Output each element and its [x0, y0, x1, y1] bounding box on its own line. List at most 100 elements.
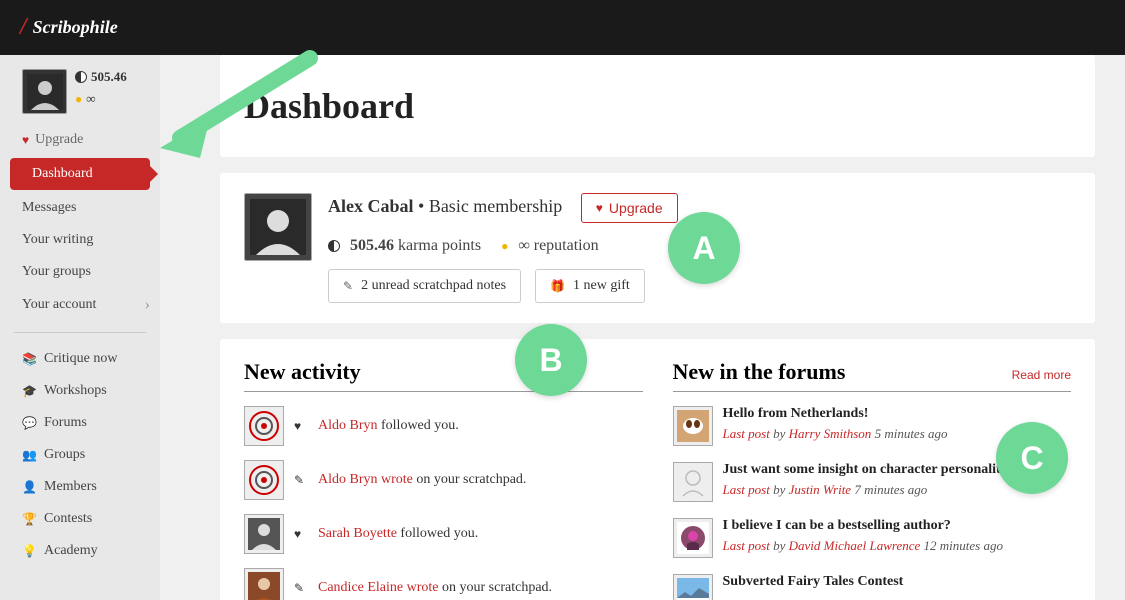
nav-your-account[interactable]: Your account › [0, 288, 160, 322]
activity-actor-link[interactable]: Aldo Bryn [318, 418, 378, 433]
scratchpad-notice-label: 2 unread scratchpad notes [361, 278, 506, 294]
karma-value: 505.46 [350, 237, 394, 255]
by-label: by [773, 426, 785, 441]
forum-avatar [673, 462, 713, 502]
user-info: Alex Cabal • Basic membership ♥Upgrade 5… [328, 193, 1071, 303]
heart-icon: ♥ [596, 201, 603, 215]
karma-line: 505.46 karma points ● ∞ reputation [328, 237, 1071, 255]
chevron-right-icon: › [145, 296, 150, 314]
forum-list: Hello from Netherlands! Last post by Harr… [673, 406, 1072, 600]
nav-your-writing-label: Your writing [22, 232, 93, 248]
scratchpad-notice[interactable]: ✎ 2 unread scratchpad notes [328, 269, 521, 303]
nav-members-label: Members [44, 479, 97, 495]
nav-groups[interactable]: 👥Groups [0, 439, 160, 471]
karma-icon [75, 71, 87, 83]
trophy-icon: 🏆 [22, 512, 36, 527]
reputation-icon: ● [501, 239, 508, 254]
nav-messages[interactable]: Messages [0, 192, 160, 224]
nav-academy[interactable]: 💡Academy [0, 535, 160, 567]
profile-stats: 505.46 ●∞ [75, 69, 127, 113]
forum-author-link[interactable]: Justin Write [789, 482, 851, 497]
nav-your-writing[interactable]: Your writing [0, 224, 160, 256]
user-avatar-small[interactable] [22, 69, 67, 114]
activity-avatar [244, 460, 284, 500]
user-avatar-large[interactable] [244, 193, 312, 261]
activity-rest: on your scratchpad. [413, 472, 527, 487]
person-icon: 👤 [22, 480, 36, 495]
note-icon: ✎ [343, 279, 353, 294]
by-label: by [773, 538, 785, 553]
activity-type-icon: ✎ [294, 473, 310, 488]
forum-meta: Last post by Harry Smithson 5 minutes ag… [723, 426, 1072, 442]
activity-avatar [244, 514, 284, 554]
by-label: by [773, 482, 785, 497]
activity-avatar [244, 406, 284, 446]
upgrade-button[interactable]: ♥Upgrade [581, 193, 678, 223]
forum-author-link[interactable]: Harry Smithson [789, 426, 872, 441]
forums-read-more[interactable]: Read more [1012, 368, 1071, 382]
brand-name: Scribophile [33, 17, 118, 38]
nav-workshops-label: Workshops [44, 383, 107, 399]
activity-item[interactable]: ✎ Aldo Bryn wrote on your scratchpad. [244, 460, 643, 500]
nav-upgrade[interactable]: ♥Upgrade [0, 124, 160, 156]
sidebar: 505.46 ●∞ ♥Upgrade Dashboard Messages Yo… [0, 55, 160, 600]
forum-avatar [673, 406, 713, 446]
reputation-value: ∞ [518, 237, 529, 255]
nav-dashboard[interactable]: Dashboard [10, 158, 150, 190]
nav-contests[interactable]: 🏆Contests [0, 503, 160, 535]
forums-heading-label: New in the forums [673, 359, 846, 385]
topbar: / Scribophile [0, 0, 1125, 55]
forums-heading: New in the forums Read more [673, 359, 1072, 392]
forum-title[interactable]: Just want some insight on character pers… [723, 462, 1072, 478]
user-name: Alex Cabal [328, 196, 414, 216]
forum-item[interactable]: Hello from Netherlands! Last post by Harr… [673, 406, 1072, 446]
nav-members[interactable]: 👤 Members [0, 471, 160, 503]
reputation-value: ∞ [86, 91, 95, 107]
nav-upgrade-label: Upgrade [35, 132, 83, 148]
last-post-label: Last post [723, 482, 770, 497]
activity-rest: followed you. [397, 526, 478, 541]
logo-slash-icon: / [20, 14, 27, 41]
user-summary-card: Alex Cabal • Basic membership ♥Upgrade 5… [220, 173, 1095, 323]
user-name-line: Alex Cabal • Basic membership ♥Upgrade [328, 193, 1071, 223]
activity-list: ♥ Aldo Bryn followed you. ✎ Aldo Bryn wrote… [244, 406, 643, 600]
karma-label: karma points [398, 237, 481, 255]
nav-critique-now-label: Critique now [44, 351, 118, 367]
brand-logo[interactable]: / Scribophile [20, 14, 118, 41]
activity-avatar [244, 568, 284, 600]
nav-workshops[interactable]: 🎓Workshops [0, 375, 160, 407]
nav-your-account-label: Your account [22, 297, 96, 313]
nav-separator [14, 332, 146, 333]
nav-dashboard-label: Dashboard [32, 166, 93, 182]
gift-notice[interactable]: 🎁1 new gift [535, 269, 645, 303]
activity-rest: followed you. [378, 418, 459, 433]
activity-type-icon: ✎ [294, 581, 310, 596]
forum-title[interactable]: Hello from Netherlands! [723, 406, 1072, 422]
forum-author-link[interactable]: David Michael Lawrence [789, 538, 921, 553]
activity-column: New activity ♥Aldo Bryn followed you.✎Al… [244, 359, 643, 600]
activity-actor-link[interactable]: Candice Elaine wrote [318, 580, 439, 595]
forum-item[interactable]: I believe I can be a bestselling author?… [673, 518, 1072, 558]
forum-item[interactable]: Just want some insight on character pers… [673, 462, 1072, 502]
nav-forums[interactable]: 💬Forums [0, 407, 160, 439]
bulb-icon: 💡 [22, 544, 36, 559]
people-icon: 👥 [22, 448, 36, 463]
forum-title[interactable]: Subverted Fairy Tales Contest [723, 574, 1072, 590]
nav-your-groups[interactable]: Your groups [0, 256, 160, 288]
activity-type-icon: ♥ [294, 419, 310, 434]
activity-item[interactable]: ♥ Aldo Bryn followed you. [244, 406, 643, 446]
feed-card: New activity ♥Aldo Bryn followed you.✎Al… [220, 339, 1095, 600]
notice-row: ✎ 2 unread scratchpad notes 🎁1 new gift [328, 269, 1071, 303]
nav-messages-label: Messages [22, 200, 76, 216]
forum-avatar [673, 574, 713, 600]
activity-item[interactable]: ✎Candice Elaine wrote on your scratchpad… [244, 568, 643, 600]
forum-item[interactable]: Subverted Fairy Tales Contest [673, 574, 1072, 600]
nav-critique-now[interactable]: 📚Critique now [0, 343, 160, 375]
forum-title[interactable]: I believe I can be a bestselling author? [723, 518, 1072, 534]
karma-icon [328, 240, 340, 252]
activity-actor-link[interactable]: Sarah Boyette [318, 526, 397, 541]
activity-actor-link[interactable]: Aldo Bryn wrote [318, 472, 413, 487]
last-post-label: Last post [723, 426, 770, 441]
speech-icon: 💬 [22, 416, 36, 431]
activity-item[interactable]: ♥Sarah Boyette followed you. [244, 514, 643, 554]
